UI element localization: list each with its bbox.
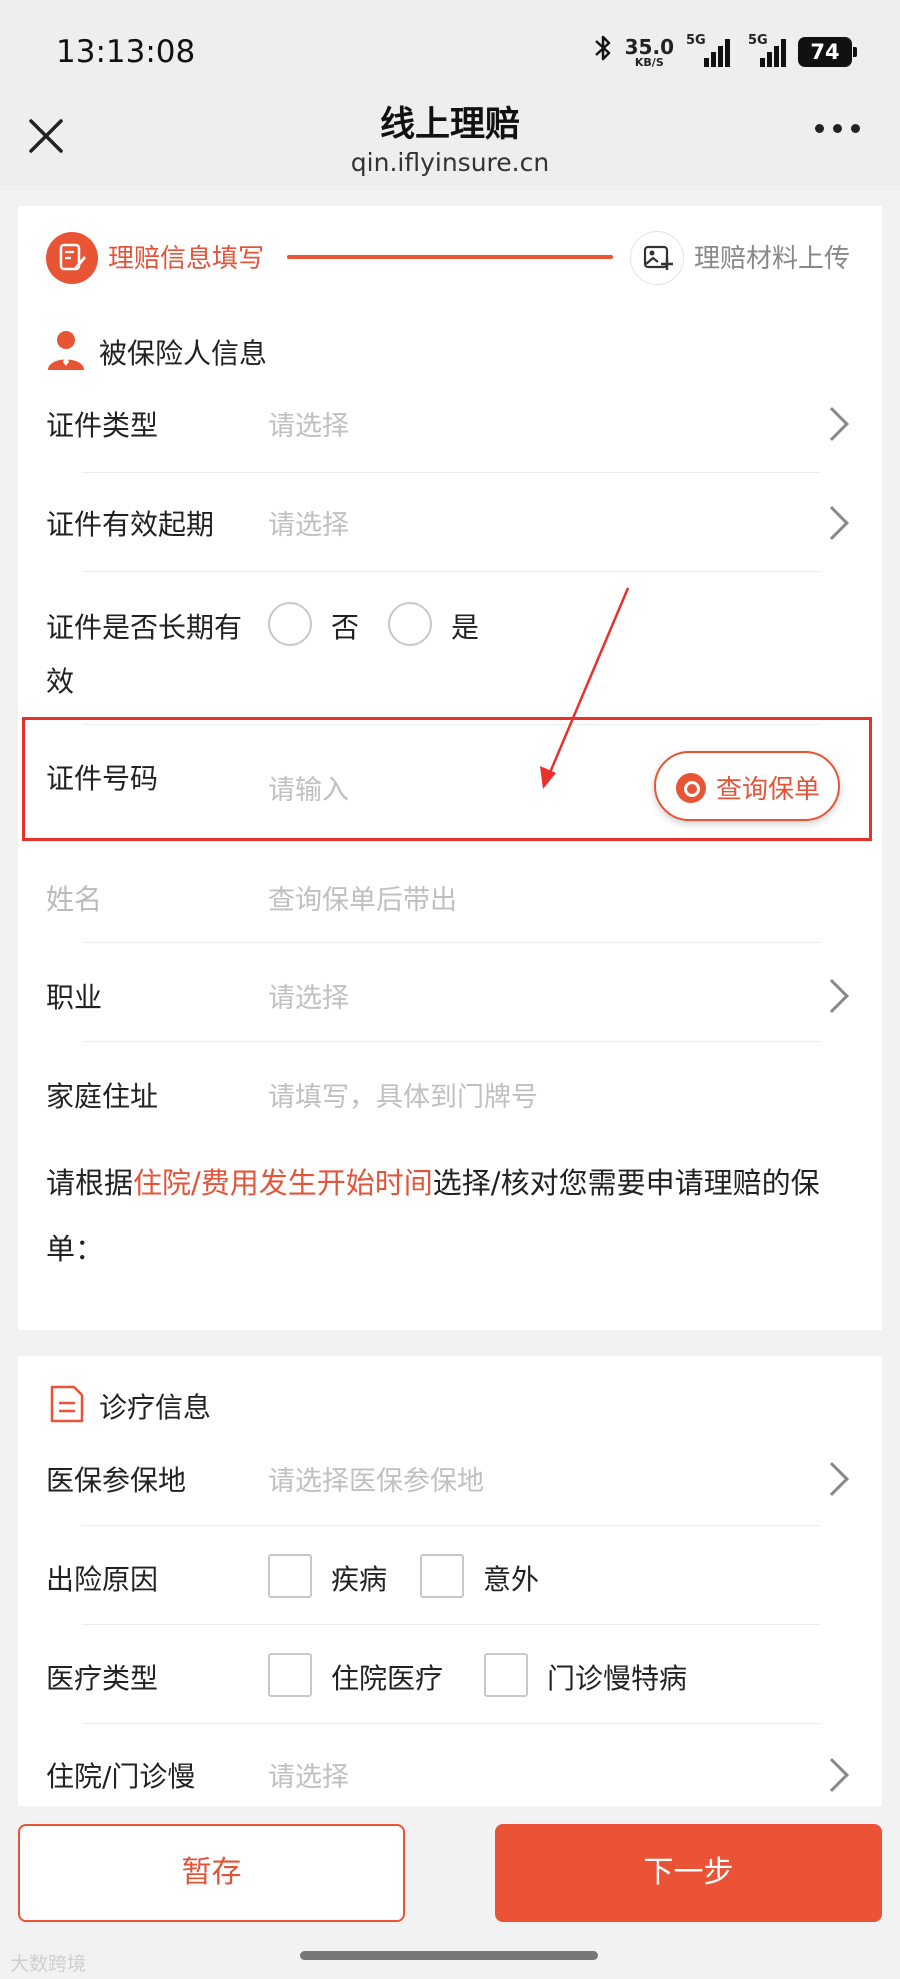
home-indicator[interactable] [300,1951,598,1960]
checkbox-inpatient[interactable] [268,1653,312,1697]
status-icons: 35.0 KB/S 5G 5G 74 [593,33,857,71]
id-type-select[interactable]: 请选择 [268,404,349,443]
radio-yes[interactable] [388,602,432,646]
sim2-label: 5G [748,33,768,48]
divider [82,472,820,473]
radio-no-label: 否 [331,611,360,644]
id-longterm-label: 证件是否长期有效 [46,611,243,698]
status-bar: 13:13:08 35.0 KB/S 5G 5G 74 [0,0,900,100]
divider [82,1041,820,1042]
address-label: 家庭住址 [46,1080,159,1113]
name-label: 姓名 [46,883,103,916]
status-time: 13:13:08 [56,34,196,70]
medical-type-label: 医疗类型 [46,1662,159,1695]
nav-bar: 线上理赔 qin.iflyinsure.cn [0,100,900,190]
page-domain: qin.iflyinsure.cn [350,148,550,177]
id-start-select[interactable]: 请选择 [268,503,349,542]
occupation-select[interactable]: 请选择 [268,976,349,1015]
insurance-place-label: 医保参保地 [46,1464,187,1497]
hospital-type-label: 住院/门诊慢 [46,1760,196,1793]
document-icon [48,1383,86,1425]
query-policy-button[interactable]: 查询保单 [654,751,840,821]
checkbox-accident-label: 意外 [483,1563,540,1596]
signal-icon-sim2: 5G [742,33,786,67]
cause-label: 出险原因 [46,1563,159,1596]
page-title: 线上理赔 [379,105,520,145]
radio-no[interactable] [268,602,312,646]
query-policy-label: 查询保单 [716,775,821,805]
step-edit-icon [46,232,98,284]
checkbox-accident[interactable] [420,1554,464,1598]
battery-icon: 74 [798,37,857,67]
divider [82,1624,820,1625]
insurance-place-select[interactable]: 请选择医保参保地 [268,1459,484,1498]
step-upload-icon [630,231,684,285]
query-icon [676,773,706,803]
id-start-label: 证件有效起期 [46,508,215,541]
net-speed-value: 35.0 [624,34,674,59]
divider [82,1723,820,1724]
insured-section-title: 被保险人信息 [99,337,268,370]
net-speed-unit: KB/S [634,55,664,69]
hospital-type-select[interactable]: 请选择 [268,1755,349,1794]
policy-notice: 请根据住院/费用发生开始时间选择/核对您需要申请理赔的保单： [46,1150,856,1282]
bluetooth-icon [593,33,613,71]
occupation-label: 职业 [46,981,103,1014]
step-label-fill-info: 理赔信息填写 [108,244,265,274]
next-step-button[interactable]: 下一步 [495,1824,882,1922]
person-icon [46,328,86,372]
radio-yes-label: 是 [451,611,480,644]
sim1-label: 5G [686,33,706,48]
notice-highlight: 住院/费用发生开始时间 [133,1166,433,1200]
medical-section-title: 诊疗信息 [99,1391,212,1424]
save-draft-button[interactable]: 暂存 [18,1824,405,1922]
annotation-arrow [540,587,630,789]
signal-icon-sim1: 5G [686,33,730,67]
step-progress-line [287,255,613,259]
checkbox-disease-label: 疾病 [331,1563,388,1596]
checkbox-chronic[interactable] [484,1653,528,1697]
id-type-label: 证件类型 [46,409,159,442]
address-input[interactable]: 请填写，具体到门牌号 [268,1075,538,1114]
name-value: 查询保单后带出 [268,885,457,916]
step-label-upload: 理赔材料上传 [694,244,851,274]
net-speed: 35.0 KB/S [625,37,674,68]
id-number-label: 证件号码 [46,762,159,795]
divider [82,571,820,572]
checkbox-disease[interactable] [268,1554,312,1598]
divider [82,942,820,943]
checkbox-inpatient-label: 住院医疗 [331,1662,444,1695]
notice-text-before: 请根据 [46,1166,134,1200]
id-number-input[interactable]: 请输入 [268,768,349,807]
watermark: 大数跨境 [10,1953,87,1975]
checkbox-chronic-label: 门诊慢特病 [547,1662,688,1695]
more-menu-icon[interactable] [815,124,860,133]
divider [82,1525,820,1526]
